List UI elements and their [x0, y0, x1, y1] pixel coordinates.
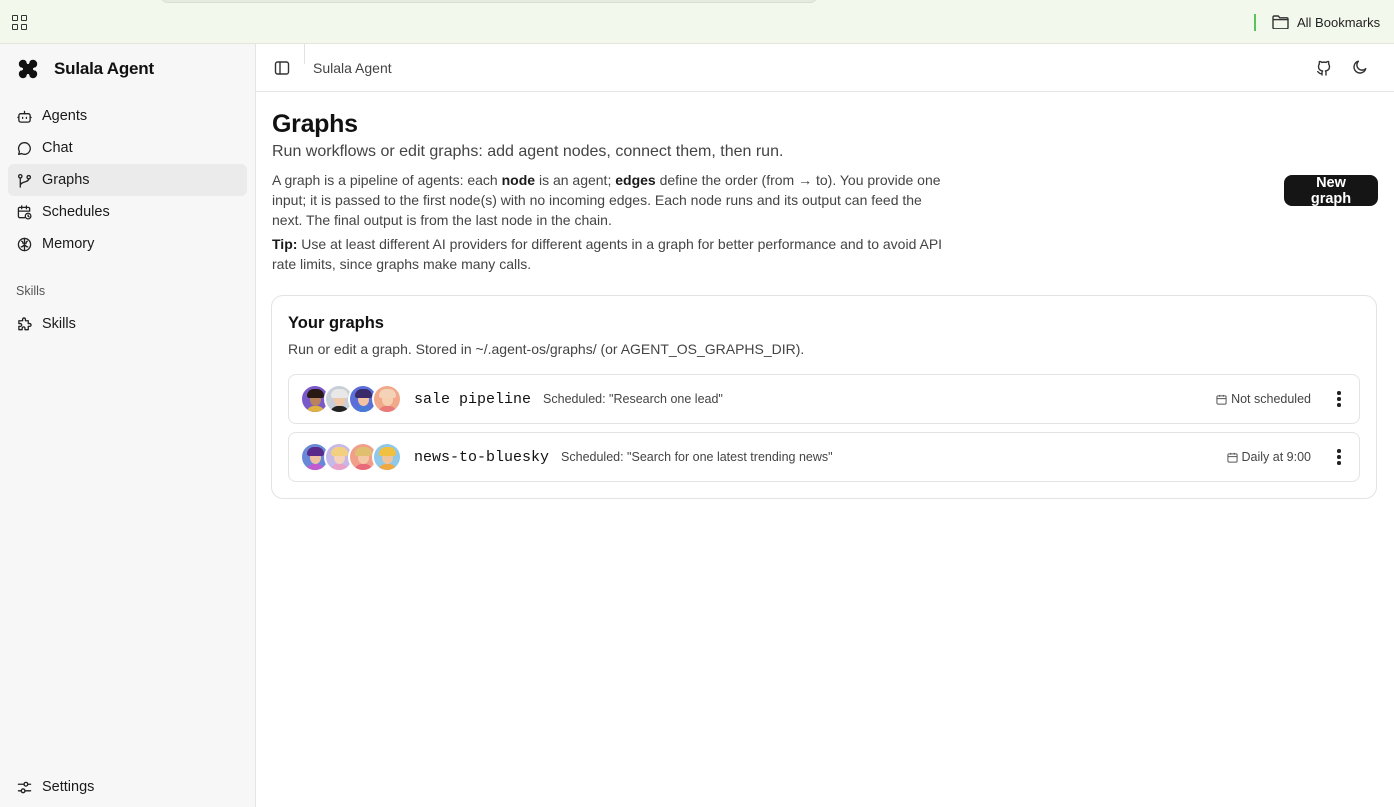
apps-grid-icon[interactable] [12, 15, 28, 31]
sidebar-item-label: Agents [42, 108, 88, 124]
description-keyword-edges: edges [615, 172, 656, 188]
agent-avatar [372, 442, 402, 472]
sidebar-item-skills[interactable]: Skills [8, 308, 247, 340]
all-bookmarks-button[interactable]: All Bookmarks [1272, 13, 1380, 31]
sidebar-item-label: Schedules [42, 204, 110, 220]
sidebar-item-chat[interactable]: Chat [8, 132, 247, 164]
card-subtitle: Run or edit a graph. Stored in ~/.agent-… [288, 341, 805, 357]
graph-scheduled-task: Scheduled: "Research one lead" [543, 392, 723, 406]
brand-title: Sulala Agent [54, 59, 154, 78]
page-description: A graph is a pipeline of agents: each no… [272, 170, 944, 230]
moon-icon[interactable] [1352, 59, 1368, 75]
page-subtitle: Run workflows or edit graphs: add agent … [272, 143, 784, 160]
agent-avatars [300, 384, 402, 414]
header-divider [304, 44, 305, 64]
sidebar-item-schedules[interactable]: Schedules [8, 196, 247, 228]
top-header: Sulala Agent [256, 44, 1394, 92]
description-text: A graph is a pipeline of agents: each [272, 172, 502, 188]
more-options-icon[interactable] [1319, 391, 1359, 407]
sidebar-item-graphs[interactable]: Graphs [8, 164, 247, 196]
agent-avatar [372, 384, 402, 414]
your-graphs-card: Your graphs Run or edit a graph. Stored … [271, 295, 1377, 499]
all-bookmarks-label: All Bookmarks [1297, 14, 1381, 30]
graph-name[interactable]: sale pipeline [414, 391, 531, 408]
graph-row[interactable]: sale pipeline Scheduled: "Research one l… [288, 374, 1360, 424]
sidebar-item-label: Graphs [42, 172, 90, 188]
github-icon[interactable] [1316, 59, 1332, 76]
sidebar: Sulala Agent Agents Chat Graphs Schedule… [0, 44, 256, 807]
sulala-logo-icon [18, 59, 38, 79]
more-options-icon[interactable] [1319, 449, 1359, 465]
page-tip: Tip: Use at least different AI providers… [272, 234, 944, 274]
browser-bookmarks-bar: All Bookmarks [0, 0, 1394, 44]
sidebar-item-agents[interactable]: Agents [8, 100, 247, 132]
chat-bubble-icon [17, 141, 31, 155]
sidebar-item-settings[interactable]: Settings [8, 771, 247, 803]
graph-schedule-label: Daily at 9:00 [1241, 450, 1311, 464]
calendar-icon [1226, 452, 1238, 463]
bookmarks-separator [1254, 14, 1256, 31]
tab-strip-edge [160, 0, 818, 3]
card-title: Your graphs [288, 314, 384, 332]
agent-avatars [300, 442, 402, 472]
sliders-icon [17, 781, 32, 793]
tip-text: Use at least different AI providers for … [272, 236, 943, 272]
tip-label: Tip: [272, 236, 298, 252]
sidebar-section-skills: Skills [16, 284, 46, 298]
brand[interactable]: Sulala Agent [18, 58, 154, 80]
sidebar-item-label: Settings [42, 779, 95, 795]
calendar-icon [1216, 394, 1227, 405]
sidebar-item-label: Memory [42, 236, 95, 252]
sidebar-item-label: Chat [42, 140, 73, 156]
new-graph-button[interactable]: New graph [1284, 175, 1378, 207]
graph-scheduled-task: Scheduled: "Search for one latest trendi… [561, 450, 833, 464]
bot-icon [17, 110, 32, 123]
sidebar-item-label: Skills [42, 316, 76, 332]
description-text: is an agent; [535, 172, 616, 188]
page-title: Graphs [272, 110, 358, 138]
graph-schedule: Not scheduled [1216, 392, 1311, 406]
graph-row[interactable]: news-to-bluesky Scheduled: "Search for o… [288, 432, 1360, 482]
graph-schedule: Daily at 9:00 [1226, 450, 1311, 464]
breadcrumb: Sulala Agent [313, 60, 392, 76]
folder-icon [1272, 15, 1289, 29]
graph-schedule-label: Not scheduled [1231, 392, 1311, 406]
git-branch-icon [17, 173, 32, 188]
sidebar-toggle-icon[interactable] [274, 60, 290, 76]
sidebar-item-memory[interactable]: Memory [8, 228, 247, 260]
description-keyword-node: node [501, 172, 536, 188]
puzzle-icon [18, 316, 32, 330]
calendar-clock-icon [17, 204, 32, 220]
brain-icon [17, 237, 32, 251]
graph-name[interactable]: news-to-bluesky [414, 449, 549, 466]
